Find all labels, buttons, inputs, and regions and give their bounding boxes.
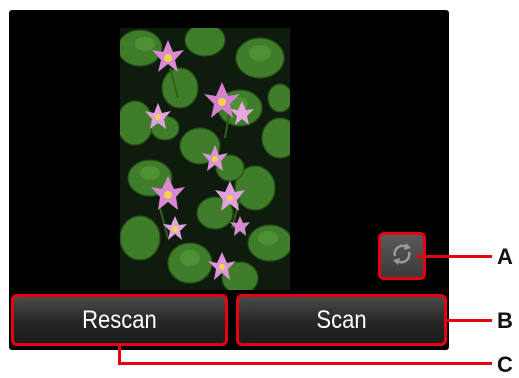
scan-label: Scan: [316, 305, 367, 334]
rescan-button[interactable]: Rescan: [11, 294, 228, 346]
rotate-icon: [388, 240, 416, 273]
callout-line-b: [447, 319, 492, 322]
callout-label-a: A: [497, 244, 513, 269]
scan-button[interactable]: Scan: [236, 294, 447, 346]
callout-label-b: B: [497, 308, 513, 333]
callout-line-c-horizontal: [118, 362, 492, 365]
callout-line-a: [417, 255, 492, 258]
scan-preview-image: [120, 28, 290, 290]
callout-label-c: C: [497, 352, 513, 377]
rescan-label: Rescan: [82, 305, 157, 334]
